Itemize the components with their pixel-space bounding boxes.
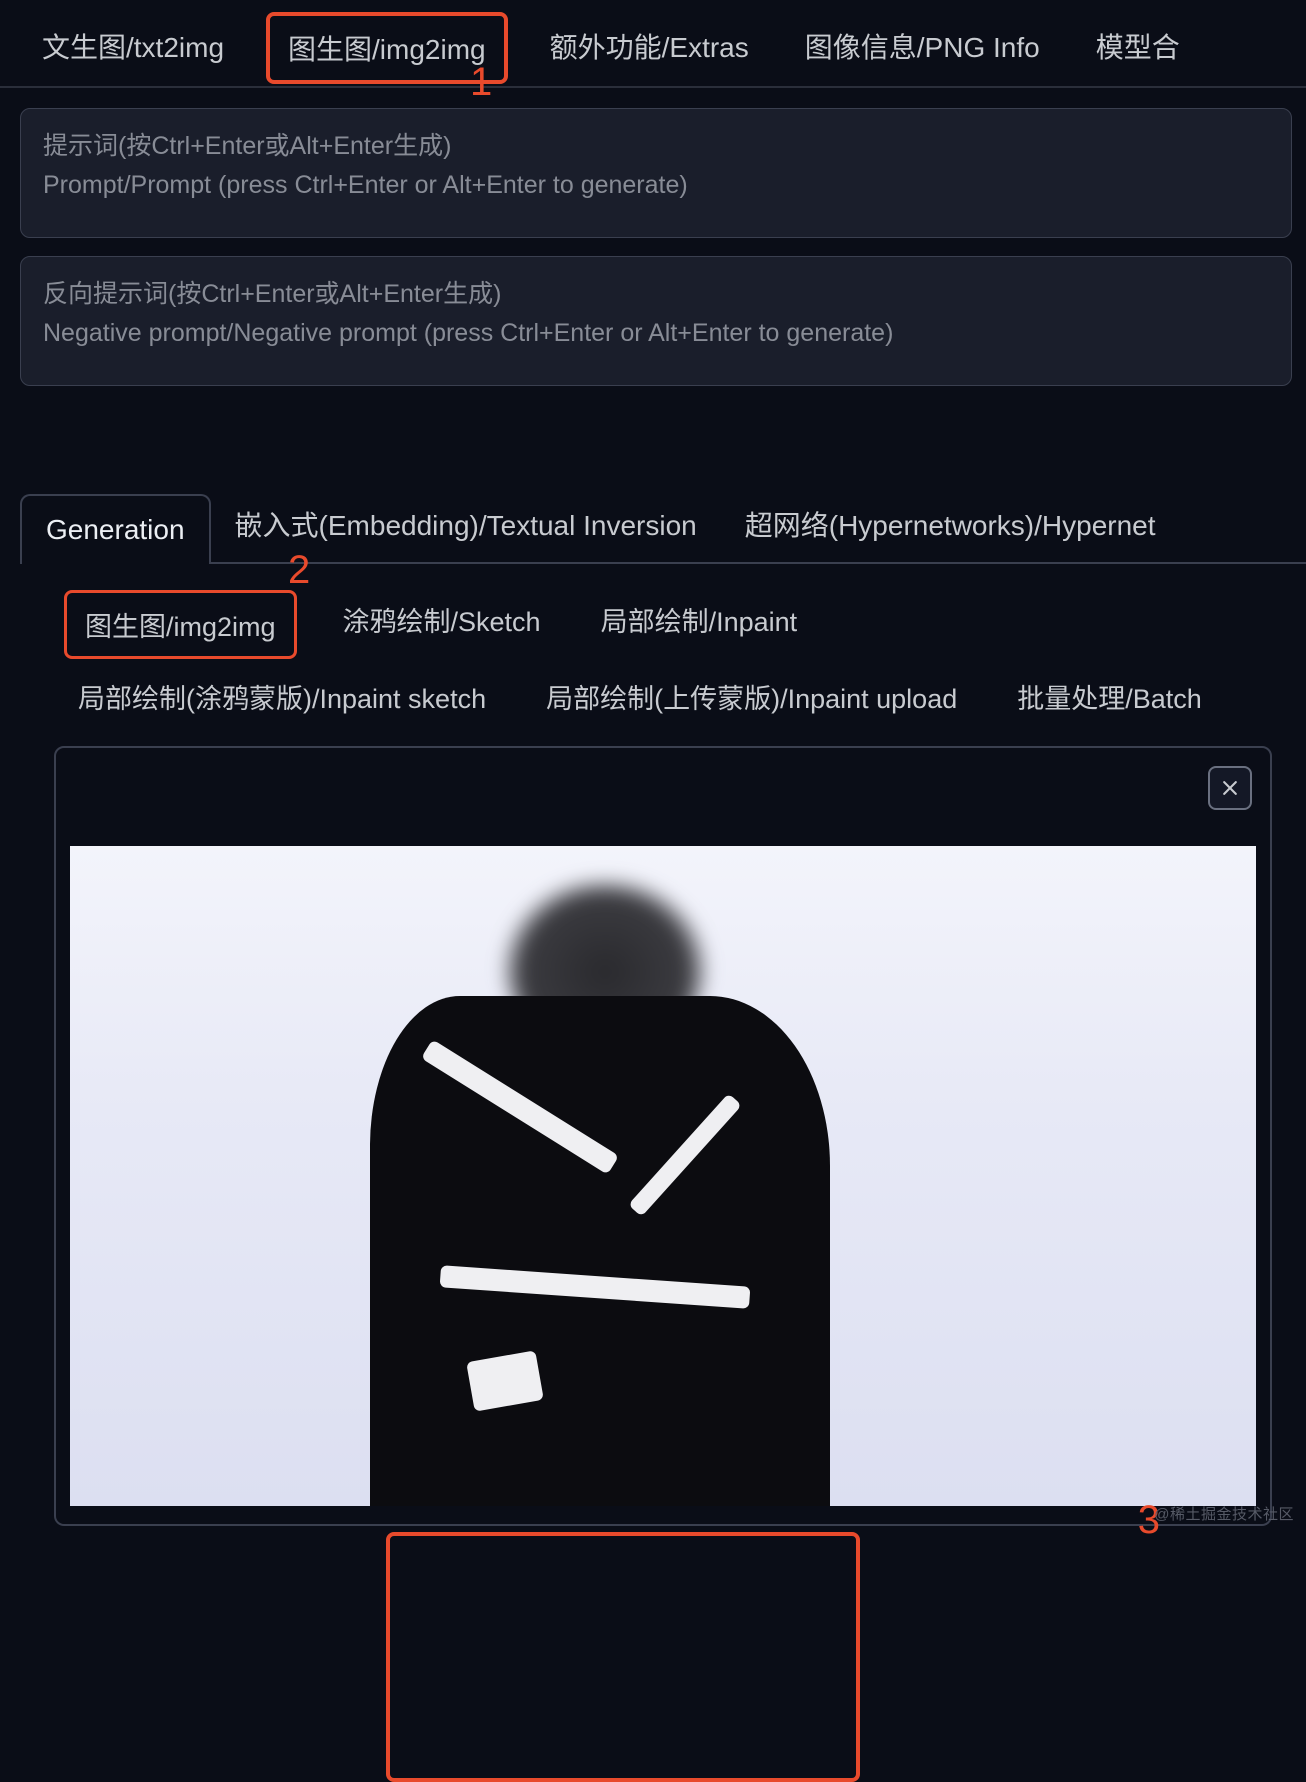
subtab-inpaint-sketch[interactable]: 局部绘制(涂鸦蒙版)/Inpaint sketch [64, 667, 500, 726]
annotation-box-3 [386, 1532, 860, 1782]
negative-prompt-input[interactable]: 反向提示词(按Ctrl+Enter或Alt+Enter生成) Negative … [20, 256, 1292, 386]
close-image-button[interactable] [1208, 766, 1252, 810]
close-icon [1220, 778, 1240, 798]
subtab-batch[interactable]: 批量处理/Batch [1003, 667, 1216, 726]
image-drop-area[interactable]: 3 [54, 746, 1272, 1526]
uploaded-image [70, 846, 1256, 1506]
watermark: @稀土掘金技术社区 [1154, 1503, 1294, 1524]
prompts-area: 提示词(按Ctrl+Enter或Alt+Enter生成) Prompt/Prom… [0, 88, 1306, 386]
prompt-input[interactable]: 提示词(按Ctrl+Enter或Alt+Enter生成) Prompt/Prom… [20, 108, 1292, 238]
subtab-inpaint[interactable]: 局部绘制/Inpaint [587, 590, 812, 659]
tab-extras[interactable]: 额外功能/Extras [536, 10, 763, 86]
top-tabs: 文生图/txt2img 图生图/img2img 额外功能/Extras 图像信息… [0, 0, 1306, 88]
prompt-placeholder-en: Prompt/Prompt (press Ctrl+Enter or Alt+E… [43, 166, 1269, 205]
subtab-inpaint-upload[interactable]: 局部绘制(上传蒙版)/Inpaint upload [532, 667, 971, 726]
subtab-img2img[interactable]: 图生图/img2img [64, 590, 297, 659]
prompt-placeholder-cn: 提示词(按Ctrl+Enter或Alt+Enter生成) [43, 127, 1269, 166]
tab-txt2img[interactable]: 文生图/txt2img [28, 10, 238, 86]
negative-placeholder-cn: 反向提示词(按Ctrl+Enter或Alt+Enter生成) [43, 275, 1269, 314]
tab-img2img[interactable]: 图生图/img2img [266, 12, 508, 84]
tab-png-info[interactable]: 图像信息/PNG Info [791, 10, 1054, 86]
sub-tabs: 图生图/img2img 涂鸦绘制/Sketch 局部绘制/Inpaint 局部绘… [20, 564, 1306, 738]
mid-tabs: Generation 嵌入式(Embedding)/Textual Invers… [20, 486, 1306, 564]
tab-embedding[interactable]: 嵌入式(Embedding)/Textual Inversion [211, 486, 721, 562]
mid-tabs-wrap: Generation 嵌入式(Embedding)/Textual Invers… [0, 386, 1306, 1526]
negative-placeholder-en: Negative prompt/Negative prompt (press C… [43, 314, 1269, 353]
subtab-sketch[interactable]: 涂鸦绘制/Sketch [329, 590, 555, 659]
tab-hypernet[interactable]: 超网络(Hypernetworks)/Hypernet [721, 486, 1180, 562]
tab-model-merge[interactable]: 模型合 [1082, 10, 1194, 86]
tab-generation[interactable]: Generation [20, 494, 211, 564]
